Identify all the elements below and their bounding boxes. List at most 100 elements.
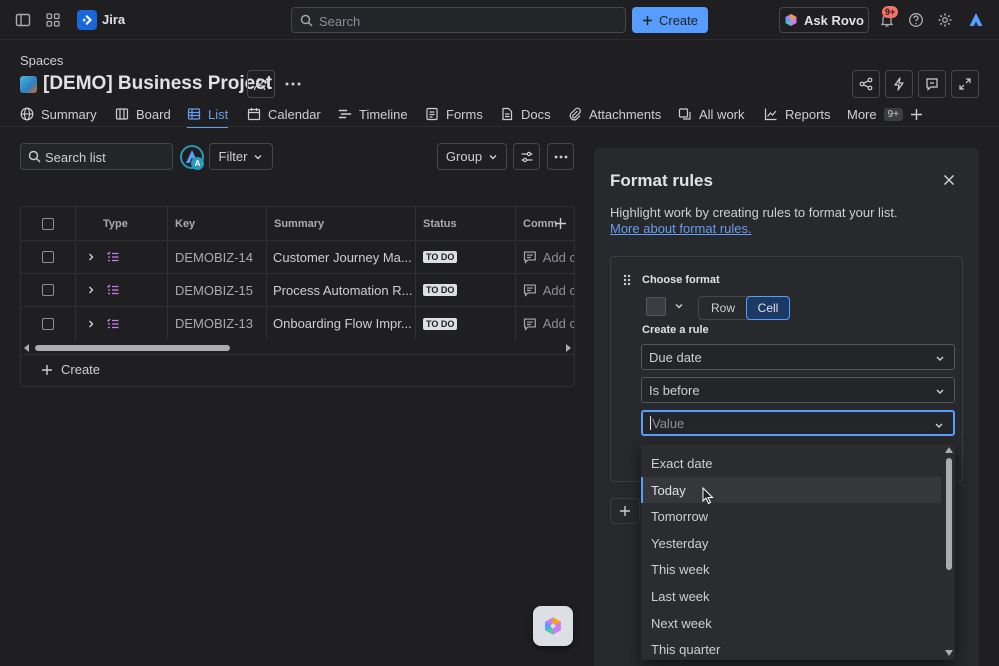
status-cell[interactable]: TO DO xyxy=(416,307,516,340)
share-icon[interactable] xyxy=(852,70,880,98)
help-icon[interactable] xyxy=(902,6,930,34)
app-name[interactable]: Jira xyxy=(102,12,125,27)
comment-icon xyxy=(523,251,536,264)
condition-select[interactable]: Is before xyxy=(641,377,955,403)
dropdown-scrollbar[interactable] xyxy=(943,444,955,660)
create-item-button[interactable]: Create xyxy=(41,362,100,377)
create-button[interactable]: Create xyxy=(632,7,708,33)
drag-handle-icon[interactable] xyxy=(623,274,631,286)
table-row-type xyxy=(76,274,168,307)
chevron-right-icon[interactable] xyxy=(86,319,96,329)
column-header-type[interactable]: Type xyxy=(76,207,168,241)
jira-logo-icon[interactable] xyxy=(77,10,97,30)
table-cell-key[interactable]: DEMOBIZ-15 xyxy=(168,274,267,307)
table-cell-key[interactable]: DEMOBIZ-13 xyxy=(168,307,267,340)
view-settings-icon[interactable] xyxy=(513,143,540,170)
search-list-placeholder: Search list xyxy=(45,150,106,165)
color-swatch[interactable] xyxy=(646,297,666,316)
add-column-plus-icon[interactable] xyxy=(554,217,567,230)
dropdown-option-last-week[interactable]: Last week xyxy=(641,583,941,609)
column-header-status[interactable]: Status xyxy=(416,207,516,241)
settings-gear-icon[interactable] xyxy=(931,6,959,34)
select-all-checkbox[interactable] xyxy=(21,207,76,241)
add-rule-button[interactable] xyxy=(610,498,640,524)
column-header-summary[interactable]: Summary xyxy=(267,207,416,241)
tab-docs[interactable]: Docs xyxy=(500,103,551,125)
chevron-down-icon[interactable] xyxy=(674,301,684,311)
dropdown-option-yesterday[interactable]: Yesterday xyxy=(641,530,941,556)
row-checkbox[interactable] xyxy=(21,274,76,307)
add-tab-plus-icon[interactable] xyxy=(910,103,923,125)
chevron-right-icon[interactable] xyxy=(86,252,96,262)
automation-lightning-icon[interactable] xyxy=(885,70,913,98)
fullscreen-icon[interactable] xyxy=(951,70,979,98)
ask-rovo-button[interactable]: Ask Rovo xyxy=(779,7,869,33)
group-button[interactable]: Group xyxy=(437,143,507,170)
more-options-icon[interactable] xyxy=(547,143,574,170)
row-checkbox[interactable] xyxy=(21,307,76,340)
close-icon[interactable] xyxy=(939,170,959,190)
scroll-down-arrow-icon[interactable] xyxy=(945,650,953,657)
condition-select-value: Is before xyxy=(649,382,700,398)
scrollbar-thumb[interactable] xyxy=(946,458,952,570)
tab-label: All work xyxy=(699,106,745,122)
comment-icon xyxy=(523,284,536,297)
scroll-left-arrow-icon[interactable] xyxy=(23,344,31,352)
dropdown-option-today[interactable]: Today xyxy=(641,477,941,503)
format-rules-help-link[interactable]: More about format rules. xyxy=(610,221,752,236)
cell-option-button[interactable]: Cell xyxy=(746,296,790,320)
row-checkbox[interactable] xyxy=(21,241,76,274)
tab-summary[interactable]: Summary xyxy=(20,103,97,125)
tab-reports[interactable]: Reports xyxy=(764,103,831,125)
dropdown-option-tomorrow[interactable]: Tomorrow xyxy=(641,503,941,529)
filter-button[interactable]: Filter xyxy=(209,143,273,170)
global-search-input[interactable]: Search xyxy=(291,7,626,33)
tab-label: More xyxy=(847,106,877,122)
scrollbar-thumb[interactable] xyxy=(35,345,230,351)
field-select[interactable]: Due date xyxy=(641,344,955,370)
chevron-down-icon xyxy=(936,389,944,394)
horizontal-scrollbar[interactable] xyxy=(21,342,574,354)
task-list-icon xyxy=(107,284,119,295)
comment-cell[interactable]: Add c xyxy=(516,241,574,274)
comment-cell[interactable]: Add c xyxy=(516,307,574,340)
tab-list[interactable]: List xyxy=(187,103,229,128)
scroll-up-arrow-icon[interactable] xyxy=(945,446,953,453)
dropdown-option-next-week[interactable]: Next week xyxy=(641,610,941,636)
add-people-icon[interactable] xyxy=(247,70,275,98)
column-header-key[interactable]: Key xyxy=(168,207,267,241)
globe-icon xyxy=(20,107,34,121)
breadcrumb-spaces[interactable]: Spaces xyxy=(20,53,63,68)
table-cell-key[interactable]: DEMOBIZ-14 xyxy=(168,241,267,274)
paperclip-icon xyxy=(569,107,581,121)
sidebar-toggle-icon[interactable] xyxy=(9,6,37,34)
all-work-icon xyxy=(678,108,691,120)
table-cell-summary[interactable]: Onboarding Flow Impr... xyxy=(267,307,416,340)
tab-board[interactable]: Board xyxy=(115,103,171,125)
comment-cell[interactable]: Add c xyxy=(516,274,574,307)
tab-calendar[interactable]: Calendar xyxy=(247,103,321,125)
dropdown-option-exact-date[interactable]: Exact date xyxy=(641,450,941,476)
tab-forms[interactable]: Forms xyxy=(425,103,483,125)
table-cell-summary[interactable]: Process Automation R... xyxy=(267,274,416,307)
scroll-right-arrow-icon[interactable] xyxy=(564,344,572,352)
more-actions-icon[interactable] xyxy=(279,70,307,98)
row-option-button[interactable]: Row xyxy=(699,297,747,319)
rovo-chat-button[interactable] xyxy=(533,606,573,646)
atlassian-logo-icon[interactable] xyxy=(962,6,990,34)
tab-more[interactable]: More 9+ xyxy=(847,103,904,125)
chevron-down-icon xyxy=(935,423,943,428)
chevron-right-icon[interactable] xyxy=(86,285,96,295)
dropdown-option-this-week[interactable]: This week xyxy=(641,556,941,582)
status-cell[interactable]: TO DO xyxy=(416,241,516,274)
tab-all-work[interactable]: All work xyxy=(678,103,745,125)
status-cell[interactable]: TO DO xyxy=(416,274,516,307)
tab-timeline[interactable]: Timeline xyxy=(338,103,408,125)
dropdown-option-this-quarter[interactable]: This quarter xyxy=(641,636,941,660)
search-list-input[interactable]: Search list xyxy=(20,143,173,170)
tab-attachments[interactable]: Attachments xyxy=(568,103,661,125)
app-switcher-icon[interactable] xyxy=(39,6,67,34)
table-cell-summary[interactable]: Customer Journey Ma... xyxy=(267,241,416,274)
value-select[interactable]: Value xyxy=(641,410,955,436)
feedback-icon[interactable] xyxy=(918,70,946,98)
